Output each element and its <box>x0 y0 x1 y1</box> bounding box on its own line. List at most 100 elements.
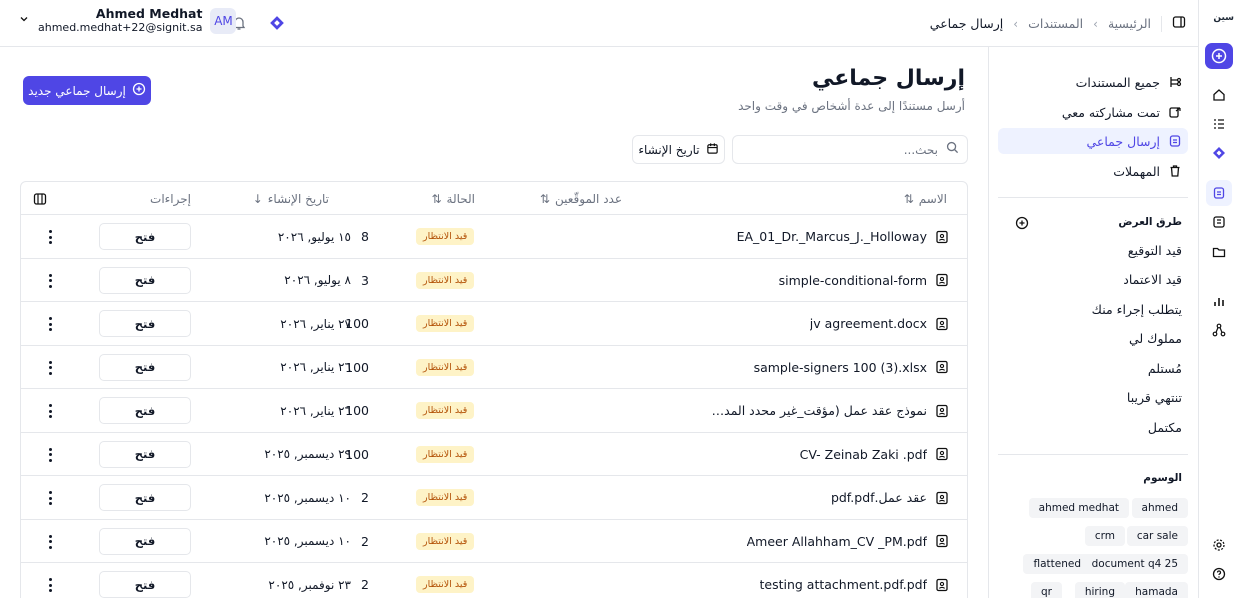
open-button[interactable]: فتح <box>99 266 191 294</box>
more-actions-icon[interactable] <box>48 491 52 505</box>
sort-icon: ⇅ <box>903 191 914 206</box>
view-item-completed[interactable]: مكتمل <box>1148 420 1182 435</box>
new-bulk-send-button[interactable]: إرسال جماعي جديد <box>23 76 151 105</box>
column-name[interactable]: الاسم ⇅ <box>904 182 947 215</box>
more-actions-icon[interactable] <box>48 404 52 418</box>
tag-chip[interactable]: hamada <box>1125 582 1188 598</box>
table-row[interactable]: testing attachment.pdf.pdf 2 قيد الانتظار ٢… <box>21 563 967 598</box>
tag-chip[interactable]: ahmed <box>1131 498 1188 518</box>
new-bulk-send-label: إرسال جماعي جديد <box>28 83 126 98</box>
cell-name[interactable]: jv agreement.docx <box>810 302 949 345</box>
table-row[interactable]: عقد عمل.pdf.pdf 2 قيد الانتظار ١٠ ديسمبر, ٢… <box>21 476 967 520</box>
view-item-pending-signature[interactable]: قيد التوقيع <box>1128 243 1182 258</box>
diamond-icon[interactable] <box>1211 145 1227 161</box>
avatar[interactable]: AM <box>210 8 237 34</box>
cell-name[interactable]: عقد عمل.pdf.pdf <box>831 476 949 519</box>
breadcrumb-home[interactable]: الرئيسية <box>1108 16 1151 31</box>
sidebar: جميع المستندات تمت مشاركته معي إرسال جما… <box>988 47 1198 598</box>
column-signers[interactable]: عدد الموقّعين ⇅ <box>540 182 622 215</box>
open-button[interactable]: فتح <box>99 484 191 511</box>
create-button[interactable] <box>1205 43 1233 69</box>
ai-assistant-icon[interactable] <box>268 14 286 32</box>
open-button[interactable]: فتح <box>99 527 191 555</box>
cell-name[interactable]: نموذج عقد عمل (مؤقت_غير محدد المدة... <box>707 389 949 432</box>
tag-chip[interactable]: car sale <box>1126 526 1188 546</box>
app-logo[interactable]: سين <box>1213 13 1234 23</box>
tag-chip[interactable]: qr <box>1031 582 1062 598</box>
document-name: Ameer Allahham_CV _PM.pdf <box>746 533 927 549</box>
trash-icon <box>1170 165 1180 177</box>
open-button[interactable]: فتح <box>99 223 191 250</box>
calendar-icon <box>706 142 719 158</box>
cell-name[interactable]: simple-conditional-form <box>779 259 949 302</box>
created-date-filter[interactable]: تاريخ الإنشاء <box>632 135 725 164</box>
more-actions-icon[interactable] <box>48 273 52 288</box>
column-created[interactable]: تاريخ الإنشاء ↓ <box>253 182 329 215</box>
tag-chip[interactable]: document q4 25 <box>1081 554 1188 574</box>
view-item-expiring-soon[interactable]: تنتهي قريبا <box>1127 390 1182 405</box>
forms-icon[interactable] <box>1211 214 1227 230</box>
table-row[interactable]: Ameer Allahham_CV _PM.pdf 2 قيد الانتظار ١٠… <box>21 520 967 563</box>
table-row[interactable]: simple-conditional-form 3 قيد الانتظار ٨ يو… <box>21 259 967 302</box>
table-row[interactable]: CV- Zeinab Zaki .pdf 100 قيد الانتظار ٢٩ دي… <box>21 433 967 476</box>
tag-chip[interactable]: hiring <box>1074 582 1125 598</box>
column-status-label: الحالة <box>446 191 475 206</box>
cell-name[interactable]: testing attachment.pdf.pdf <box>760 563 950 598</box>
more-actions-icon[interactable] <box>48 534 52 549</box>
sidebar-item-label: تمت مشاركته معي <box>1061 104 1160 120</box>
cell-created: ٢٦ يناير, ٢٠٢٦ <box>280 403 351 418</box>
chevron-down-icon[interactable] <box>18 13 30 29</box>
more-actions-icon[interactable] <box>48 360 52 375</box>
top-header: الرئيسية › المستندات › إرسال جماعي Ahmed… <box>0 0 1198 47</box>
settings-icon[interactable] <box>1211 537 1227 553</box>
open-button[interactable]: فتح <box>99 310 191 337</box>
bulk-send-icon[interactable] <box>1206 180 1232 206</box>
workflow-icon[interactable] <box>1211 322 1227 338</box>
view-item-action-required[interactable]: يتطلب إجراء منك <box>1092 302 1182 317</box>
more-actions-icon[interactable] <box>48 578 52 592</box>
column-status[interactable]: الحالة ⇅ <box>431 182 475 215</box>
open-button[interactable]: فتح <box>99 353 191 381</box>
search-input[interactable] <box>748 142 938 157</box>
open-button[interactable]: فتح <box>99 397 191 424</box>
cell-name[interactable]: sample-signers 100 (3).xlsx <box>754 346 949 389</box>
cell-signers: 8 <box>361 229 369 244</box>
sidebar-item-trash[interactable]: المهملات <box>998 158 1188 184</box>
status-badge: قيد الانتظار <box>416 358 475 376</box>
tasks-icon[interactable] <box>1211 116 1227 132</box>
home-icon[interactable] <box>1211 87 1227 103</box>
cell-name[interactable]: Ameer Allahham_CV _PM.pdf <box>747 520 949 563</box>
folder-icon[interactable] <box>1211 244 1227 260</box>
cell-name[interactable]: CV- Zeinab Zaki .pdf <box>800 433 949 476</box>
open-button[interactable]: فتح <box>99 571 191 598</box>
sidebar-item-bulk-send[interactable]: إرسال جماعي <box>998 128 1188 154</box>
user-menu[interactable]: Ahmed Medhat ahmed.medhat+22@signit.sa A… <box>18 7 237 35</box>
table-row[interactable]: EA_01_Dr._Marcus_J._Holloway 8 قيد الانتظا… <box>21 215 967 259</box>
more-actions-icon[interactable] <box>48 230 52 244</box>
breadcrumb-documents[interactable]: المستندات <box>1028 16 1083 31</box>
table-row[interactable]: sample-signers 100 (3).xlsx 100 قيد الانتظ… <box>21 346 967 389</box>
more-actions-icon[interactable] <box>48 447 52 462</box>
table-row[interactable]: jv agreement.docx 100 قيد الانتظار ٢٧ يناير… <box>21 302 967 346</box>
analytics-icon[interactable] <box>1211 293 1227 309</box>
more-actions-icon[interactable] <box>48 317 52 331</box>
sidebar-item-shared[interactable]: تمت مشاركته معي <box>998 99 1188 125</box>
cell-name[interactable]: EA_01_Dr._Marcus_J._Holloway <box>737 215 949 258</box>
open-button[interactable]: فتح <box>99 440 191 468</box>
view-item-owned-by-me[interactable]: مملوك لي <box>1129 331 1182 346</box>
view-item-received[interactable]: مُستلم <box>1148 361 1182 376</box>
help-icon[interactable] <box>1211 566 1227 582</box>
cell-signers: 3 <box>361 272 369 288</box>
add-view-icon[interactable] <box>1015 216 1029 234</box>
cell-created: ١٠ ديسمبر, ٢٠٢٥ <box>264 534 351 548</box>
sidebar-item-label: إرسال جماعي <box>1086 133 1161 149</box>
tag-chip[interactable]: flattened <box>1023 554 1091 574</box>
tag-chip[interactable]: crm <box>1084 526 1125 546</box>
sidebar-item-all-documents[interactable]: جميع المستندات <box>998 69 1188 95</box>
tag-chip[interactable]: ahmed medhat <box>1028 498 1129 518</box>
sidebar-toggle-icon[interactable] <box>1172 15 1186 32</box>
columns-toggle-icon[interactable] <box>33 182 47 215</box>
table-row[interactable]: نموذج عقد عمل (مؤقت_غير محدد المدة... 100… <box>21 389 967 433</box>
sidebar-divider <box>998 197 1188 198</box>
view-item-pending-approval[interactable]: قيد الاعتماد <box>1123 272 1182 287</box>
